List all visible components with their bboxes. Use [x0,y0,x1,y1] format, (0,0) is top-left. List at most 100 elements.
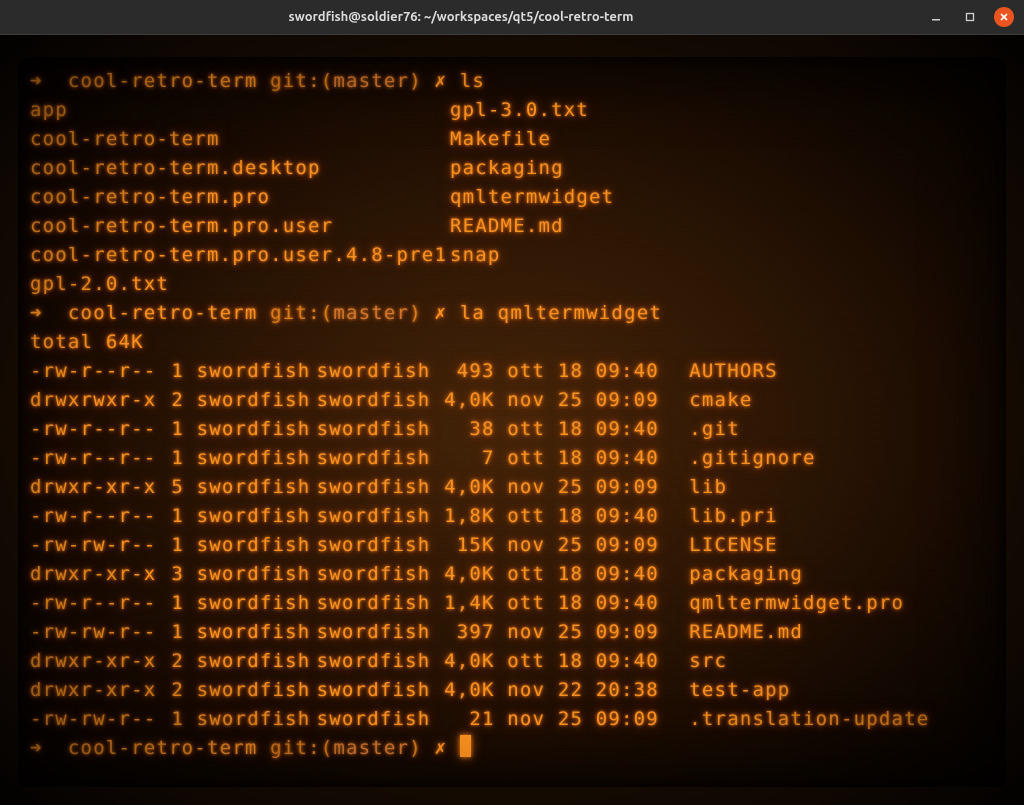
la-row: drwxr-xr-x5 swordfishswordfish4,0K nov 2… [30,473,994,502]
la-date: ott 18 09:40 [507,415,689,444]
la-links: 5 [160,473,184,502]
prompt-branch: master [333,70,409,92]
la-size: 4,0K [437,676,495,705]
la-links: 3 [160,560,184,589]
la-name: qmltermwidget.pro [689,589,904,618]
app-window: swordfish@soldier76: ~/workspaces/qt5/co… [0,0,1024,805]
ls-item: snap [450,241,994,270]
la-perm: -rw-rw-r-- [30,531,160,560]
la-date: ott 18 09:40 [507,589,689,618]
prompt-branch: master [333,302,409,324]
la-size: 7 [437,444,495,473]
crt-frame: ➜ cool-retro-term git:(master) ✗ lsappco… [0,34,1024,805]
cursor[interactable] [460,735,471,757]
la-owner: swordfish [197,705,317,734]
titlebar[interactable]: swordfish@soldier76: ~/workspaces/qt5/co… [0,0,1024,34]
minimize-icon [930,11,942,23]
la-date: ott 18 09:40 [507,647,689,676]
la-links: 1 [160,531,184,560]
maximize-icon [964,11,976,23]
crt-screen[interactable]: ➜ cool-retro-term git:(master) ✗ lsappco… [18,57,1006,787]
la-group: swordfish [317,357,437,386]
ls-item: app [30,96,450,125]
la-row: drwxr-xr-x2 swordfishswordfish4,0K nov 2… [30,676,994,705]
la-date: nov 25 09:09 [507,473,689,502]
la-owner: swordfish [197,473,317,502]
la-size: 1,4K [437,589,495,618]
prompt-branch: master [333,737,409,759]
la-date: ott 18 09:40 [507,560,689,589]
la-name: .translation-update [689,705,929,734]
ls-item: README.md [450,212,994,241]
ls-output: appcool-retro-termcool-retro-term.deskto… [30,96,994,299]
la-name: lib.pri [689,502,777,531]
la-owner: swordfish [197,386,317,415]
la-date: nov 25 09:09 [507,386,689,415]
la-total: total 64K [30,328,994,357]
la-owner: swordfish [197,444,317,473]
minimize-button[interactable] [926,7,946,27]
ls-item: cool-retro-term [30,125,450,154]
la-size: 397 [437,618,495,647]
la-perm: -rw-r--r-- [30,589,160,618]
la-row: -rw-r--r--1 swordfishswordfish7 ott 18 0… [30,444,994,473]
la-name: LICENSE [689,531,777,560]
prompt-vcs: git:( [270,302,333,324]
la-links: 1 [160,444,184,473]
la-group: swordfish [317,560,437,589]
la-group: swordfish [317,705,437,734]
la-row: -rw-r--r--1 swordfishswordfish1,8K ott 1… [30,502,994,531]
la-size: 15K [437,531,495,560]
la-perm: -rw-r--r-- [30,444,160,473]
maximize-button[interactable] [960,7,980,27]
la-name: cmake [689,386,752,415]
la-owner: swordfish [197,502,317,531]
prompt-dirty: ✗ [434,70,447,92]
la-date: nov 25 09:09 [507,531,689,560]
la-owner: swordfish [197,560,317,589]
prompt-arrow: ➜ [30,737,43,759]
la-owner: swordfish [197,531,317,560]
la-perm: -rw-r--r-- [30,502,160,531]
la-name: README.md [689,618,803,647]
la-row: -rw-rw-r--1 swordfishswordfish21 nov 25 … [30,705,994,734]
la-row: -rw-r--r--1 swordfishswordfish38 ott 18 … [30,415,994,444]
prompt-cwd: cool-retro-term [68,70,258,92]
la-perm: -rw-r--r-- [30,357,160,386]
la-links: 1 [160,705,184,734]
la-name: test-app [689,676,790,705]
la-perm: -rw-rw-r-- [30,618,160,647]
close-button[interactable] [994,7,1014,27]
la-group: swordfish [317,444,437,473]
la-size: 4,0K [437,386,495,415]
command-text: la qmltermwidget [460,302,662,324]
ls-item: packaging [450,154,994,183]
ls-item: gpl-3.0.txt [450,96,994,125]
la-name: .git [689,415,740,444]
la-owner: swordfish [197,415,317,444]
la-owner: swordfish [197,676,317,705]
la-row: -rw-r--r--1 swordfishswordfish493 ott 18… [30,357,994,386]
la-links: 1 [160,357,184,386]
ls-item: gpl-2.0.txt [30,270,450,299]
terminal-output[interactable]: ➜ cool-retro-term git:(master) ✗ lsappco… [30,67,994,763]
la-perm: -rw-rw-r-- [30,705,160,734]
ls-item: qmltermwidget [450,183,994,212]
la-row: drwxr-xr-x2 swordfishswordfish4,0K ott 1… [30,647,994,676]
prompt-dirty: ✗ [434,737,447,759]
la-row: -rw-rw-r--1 swordfishswordfish397 nov 25… [30,618,994,647]
la-group: swordfish [317,531,437,560]
la-date: ott 18 09:40 [507,357,689,386]
la-perm: drwxr-xr-x [30,676,160,705]
la-owner: swordfish [197,647,317,676]
la-name: lib [689,473,727,502]
prompt-vcs: git:( [270,737,333,759]
la-links: 1 [160,415,184,444]
window-title: swordfish@soldier76: ~/workspaces/qt5/co… [289,10,634,24]
prompt-cwd: cool-retro-term [68,302,258,324]
prompt-arrow: ➜ [30,70,43,92]
la-group: swordfish [317,415,437,444]
la-perm: drwxr-xr-x [30,473,160,502]
close-icon [998,11,1010,23]
la-group: swordfish [317,473,437,502]
